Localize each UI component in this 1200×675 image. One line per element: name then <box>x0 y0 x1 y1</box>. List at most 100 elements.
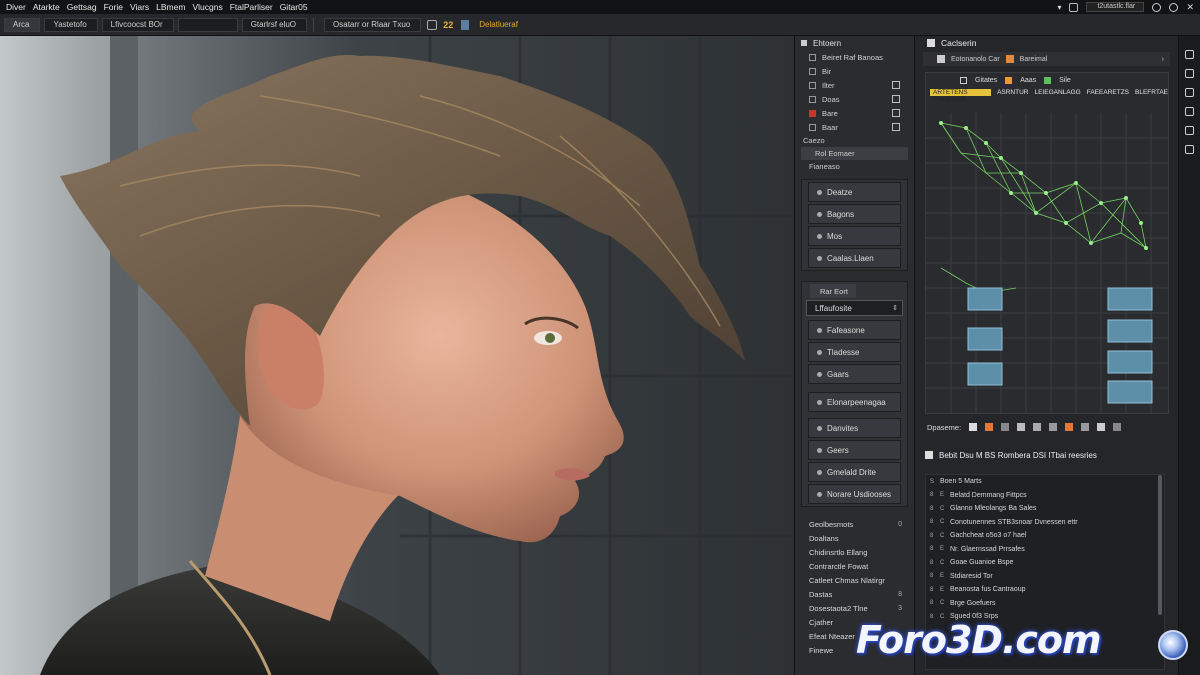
layers-icon[interactable] <box>1185 50 1194 59</box>
button-deatze[interactable]: Deatze <box>808 182 901 202</box>
section-header[interactable]: Bebit Dsu M BS Rombera DSI ITbai reesrie… <box>925 448 1097 462</box>
grid-icon[interactable] <box>1185 69 1194 78</box>
outliner-row-5[interactable]: Bare <box>795 106 914 120</box>
list-item[interactable]: Contrarctle Fowat <box>795 559 914 573</box>
layer-row[interactable]: 8 E Beanosta fus Cantraoup <box>926 583 1164 597</box>
tool-label[interactable]: Sile <box>1059 77 1071 84</box>
outliner-sub-3[interactable]: Fianeaso <box>795 160 914 173</box>
menu-item-4[interactable]: Forie <box>104 2 123 12</box>
settings-icon[interactable] <box>1081 423 1090 431</box>
menu-item-6[interactable]: LBmem <box>156 2 185 12</box>
option-8[interactable]: Norare Usdiooses <box>808 484 901 504</box>
green-tool-icon[interactable] <box>1044 76 1052 84</box>
graph-canvas[interactable] <box>926 113 1168 413</box>
eye-icon[interactable]: C <box>940 519 946 525</box>
menu-item-2[interactable]: Atarkte <box>33 2 60 12</box>
3d-viewport[interactable] <box>0 36 794 675</box>
orange-tool-icon[interactable] <box>1005 76 1013 84</box>
tool-label[interactable]: Gitates <box>975 77 997 84</box>
eye-icon[interactable]: E <box>940 587 946 593</box>
layer-row[interactable]: 8 C Gachcheat o5o3 o7 hael <box>926 529 1164 543</box>
tab-yastetofo[interactable]: Yastetofo <box>44 17 98 32</box>
outliner-row-6[interactable]: Baar <box>795 120 914 134</box>
list-item[interactable]: Dastas 8 <box>795 587 914 601</box>
option-4[interactable]: Elonarpeenagaa <box>808 392 901 412</box>
outliner-row-2[interactable]: Bir <box>795 64 914 78</box>
eye-icon[interactable]: C <box>940 600 946 606</box>
menu-item-1[interactable]: Diver <box>6 2 26 12</box>
option-3[interactable]: Gaars <box>808 364 901 384</box>
grid-icon[interactable] <box>960 76 967 84</box>
eye-icon[interactable]: C <box>940 560 946 566</box>
add-icon[interactable] <box>892 81 900 89</box>
layer-row[interactable]: 8 E Nr. Glaernssad Prrsafes <box>926 543 1164 557</box>
orange-swatch-icon[interactable] <box>1005 55 1014 63</box>
menu-item-9[interactable]: Gitar05 <box>280 2 308 12</box>
caret-icon[interactable] <box>809 53 816 61</box>
mode-dropdown[interactable]: Lffaufosite ⇕ <box>806 300 903 316</box>
list-item[interactable]: Doaltans <box>795 531 914 545</box>
layer-row[interactable]: 8 C Glanno Mleolangs Ba Sales <box>926 502 1164 516</box>
camera-icon[interactable] <box>1049 423 1058 431</box>
layer-row[interactable]: 8 E Stdiaresid Tor <box>926 570 1164 584</box>
image-icon[interactable] <box>1185 88 1194 97</box>
checkbox-icon[interactable] <box>809 95 816 103</box>
toolbar-text[interactable]: Eotonanolo Car <box>951 56 1000 63</box>
menu-item-8[interactable]: FtalParliser <box>230 2 273 12</box>
image-icon[interactable] <box>1033 423 1042 431</box>
list-item[interactable]: Chidinsrtlo Ellang <box>795 545 914 559</box>
tab-empty[interactable] <box>177 17 238 32</box>
camera-icon[interactable] <box>1185 126 1194 135</box>
help-icon[interactable] <box>1152 2 1162 12</box>
frame-icon[interactable] <box>427 19 438 30</box>
folder-icon[interactable] <box>892 95 900 103</box>
menu-item-3[interactable]: Gettsag <box>67 2 97 12</box>
frame-icon[interactable] <box>1017 423 1026 431</box>
layer-row[interactable]: 8 E Belatd Demmang Fittpcs <box>926 489 1164 503</box>
layer-icon[interactable] <box>937 55 945 63</box>
search-input[interactable]: t2utastlc.flar <box>1086 2 1145 12</box>
eye-icon[interactable]: C <box>940 506 946 512</box>
chevron-down-icon[interactable]: ▾ <box>1057 3 1061 12</box>
option-7[interactable]: Gmelald Drite <box>808 462 901 482</box>
home-icon[interactable] <box>1097 423 1106 431</box>
render-icon[interactable] <box>1065 423 1074 431</box>
box-icon[interactable] <box>892 123 900 131</box>
window-icon[interactable] <box>1069 2 1079 12</box>
scrollbar[interactable] <box>1158 475 1162 615</box>
list-item[interactable]: Dosestaota2 Tlne 3 <box>795 601 914 615</box>
tab-gtarlrsf[interactable]: Gtarlrsf eluO <box>241 17 308 32</box>
menu-icon[interactable] <box>1113 423 1122 431</box>
orange-icon[interactable] <box>985 423 994 431</box>
outliner-sub-1[interactable]: Caezo <box>795 134 914 147</box>
outliner-sub-2[interactable]: Rol Eomaer <box>801 147 908 160</box>
brush-icon[interactable] <box>1185 107 1194 116</box>
layer-row[interactable]: S Boen 5 Marts <box>926 475 1164 489</box>
list-item[interactable]: Geolbesmots 0 <box>795 517 914 531</box>
lock-icon[interactable] <box>969 423 978 431</box>
option-6[interactable]: Geers <box>808 440 901 460</box>
checkbox-icon[interactable] <box>809 123 816 131</box>
outliner-row-3[interactable]: Ilter <box>795 78 914 92</box>
layer-row[interactable]: 8 C Conotunennes STB3snoar Dvnessen ettr <box>926 516 1164 530</box>
eye-icon[interactable]: E <box>940 546 946 552</box>
collapse-icon[interactable] <box>925 451 933 459</box>
viewport-label[interactable]: Osatarr or Rlaar Txuo <box>324 17 422 32</box>
eye-icon[interactable]: C <box>940 533 946 539</box>
layer-row[interactable]: 8 C Brge Goefuers <box>926 597 1164 611</box>
menu-item-5[interactable]: Viars <box>130 2 149 12</box>
layer-row[interactable]: 8 C Goae Guanioe Bspe <box>926 556 1164 570</box>
tab-lfivcoocst[interactable]: Lfivcoocst BOr <box>101 17 174 32</box>
eye-icon[interactable]: E <box>940 492 946 498</box>
checkbox-icon[interactable] <box>809 81 816 89</box>
tool-label[interactable]: Aaas <box>1020 77 1036 84</box>
outliner-row-1[interactable]: Beiret Raf Banoas <box>795 50 914 64</box>
menu-item-7[interactable]: Vlucgns <box>192 2 222 12</box>
toolbar-text-2[interactable]: Bareimal <box>1020 56 1048 63</box>
button-mos[interactable]: Mos <box>808 226 901 246</box>
close-icon[interactable]: ✕ <box>1186 2 1194 13</box>
image-icon[interactable] <box>892 109 900 117</box>
option-5[interactable]: Danvites <box>808 418 901 438</box>
button-bagons[interactable]: Bagons <box>808 204 901 224</box>
settings-icon[interactable] <box>1185 145 1194 154</box>
